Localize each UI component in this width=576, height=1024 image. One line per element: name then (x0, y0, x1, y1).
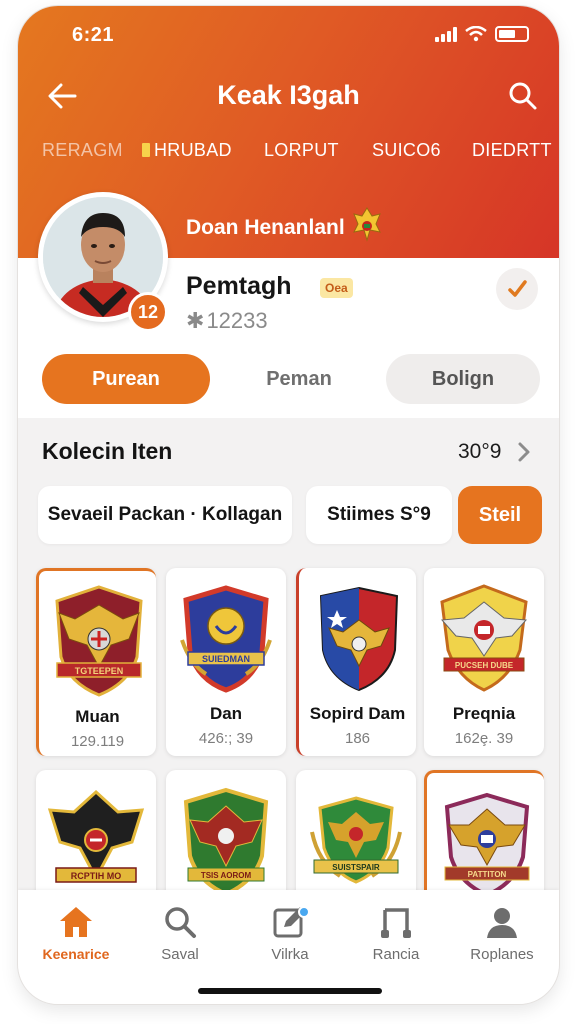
green-shield-crest-icon: TSIS AOROM (183, 787, 269, 897)
collection-card[interactable]: Sopird Dam 186 (296, 568, 416, 756)
battery-icon (495, 26, 529, 42)
card-value: 129.119 (70, 733, 125, 750)
tab-reragm[interactable]: RERAGM (42, 140, 123, 161)
profile-icon (487, 908, 517, 938)
svg-text:PATTITON: PATTITON (468, 870, 507, 879)
home-icon (60, 907, 92, 937)
tab-hrubad[interactable]: HRUBAD (142, 140, 232, 161)
card-value: 426:; 39 (198, 730, 254, 747)
tab-suico6[interactable]: SUICO6 (372, 140, 441, 161)
verify-button[interactable] (496, 268, 538, 310)
collection-card[interactable]: PUCSEH DUBE Preqnia 162ȩ. 39 (424, 568, 544, 756)
section-title: Kolecin Iten (42, 438, 173, 464)
phone-frame: 6:21 Keak I3gah RERAGM HRUBAD LORPUT SUI… (18, 6, 559, 1004)
profile-id-value: 12233 (206, 308, 268, 333)
collection-card[interactable]: TGTEEPEN Muan 129.119 (36, 568, 156, 756)
purple-crest-icon: PATTITON (444, 792, 530, 898)
profile-tag: Oea (320, 278, 353, 298)
nav-search-label: Saval (161, 946, 199, 963)
segment-control: Purean Peman Bolign (42, 354, 542, 404)
bottom-nav: Keenarice Saval Vilrka Rancia Roplanes (18, 890, 559, 1004)
card-name: Preqnia (452, 704, 516, 723)
home-indicator[interactable] (198, 988, 382, 994)
card-name: Sopird Dam (309, 704, 406, 723)
collection-card[interactable]: RCPTIH MO (36, 770, 156, 900)
tag-icon (142, 143, 150, 157)
tab-diedrtt[interactable]: DIEDRTT (472, 140, 552, 161)
nav-home[interactable]: Keenarice (28, 902, 124, 962)
svg-text:TGTEEPEN: TGTEEPEN (75, 666, 124, 676)
tab-lorput[interactable]: LORPUT (264, 140, 339, 161)
nav-edit[interactable]: Vilrka (242, 902, 338, 963)
nav-music-label: Rancia (372, 946, 420, 963)
svg-text:SUIEDMAN: SUIEDMAN (202, 654, 250, 664)
checkmark-icon (508, 280, 527, 297)
status-bar: 6:21 (18, 6, 559, 62)
banner-name: Doan Henanlanl (186, 216, 345, 239)
search-icon (509, 82, 537, 110)
svg-text:SUISTSPAIR: SUISTSPAIR (332, 863, 380, 872)
emblem-icon (353, 207, 381, 242)
nav-profile-label: Roplanes (470, 946, 534, 963)
nav-music[interactable]: Rancia (348, 902, 444, 963)
status-time: 6:21 (72, 24, 115, 46)
segment-peman[interactable]: Peman (232, 354, 366, 404)
notification-dot (298, 906, 310, 918)
search-icon (165, 907, 196, 938)
collection-card[interactable]: SUIEDMAN Dan 426:; 39 (166, 568, 286, 756)
segment-bolign[interactable]: Bolign (386, 354, 540, 404)
page-title: Keak I3gah (217, 80, 360, 110)
eagle-crest-icon: PUCSEH DUBE (440, 584, 528, 692)
chevron-right-icon[interactable] (512, 438, 536, 466)
filter-button[interactable]: Steil (458, 486, 542, 544)
profile-id: ✱12233 (186, 308, 268, 334)
nav-home-label: Keenarice (42, 946, 110, 962)
wifi-icon (465, 26, 487, 42)
shield-crest-icon: SUIEDMAN (180, 585, 272, 693)
flag-shield-icon (319, 586, 399, 692)
status-icons (435, 26, 529, 42)
signal-icon (435, 26, 457, 42)
svg-text:RCPTIH MO: RCPTIH MO (71, 871, 122, 881)
black-eagle-crest-icon: RCPTIH MO (47, 789, 145, 883)
section-count: 30°9 (458, 440, 502, 463)
svg-text:TSIS AOROM: TSIS AOROM (201, 871, 252, 880)
card-value: 186 (344, 730, 371, 747)
filter-chip-packs[interactable]: Sevaeil Packan · Kollagan (38, 486, 292, 544)
collection-card[interactable]: PATTITON (424, 770, 544, 900)
nav-search[interactable]: Saval (132, 902, 228, 963)
card-name: Dan (209, 704, 243, 723)
card-name: Muan (75, 707, 120, 726)
garuda-crest-icon: TGTEEPEN (55, 585, 143, 697)
music-icon (381, 908, 411, 938)
nav-profile[interactable]: Roplanes (454, 902, 550, 963)
category-tabs: RERAGM HRUBAD LORPUT SUICO6 DIEDRTT (18, 140, 559, 170)
collection-card[interactable]: TSIS AOROM (166, 770, 286, 900)
tab-hrubad-label: HRUBAD (154, 140, 232, 160)
laurel-crest-icon: SUISTSPAIR (310, 796, 402, 884)
nav-edit-label: Vilrka (271, 946, 309, 963)
search-button[interactable] (501, 74, 545, 118)
profile-name: Pemtagh (186, 272, 292, 300)
filter-chip-stiimes[interactable]: Stiimes S°9 (306, 486, 452, 544)
level-badge: 12 (128, 292, 168, 332)
segment-purean[interactable]: Purean (42, 354, 210, 404)
gear-icon: ✱ (186, 308, 205, 333)
collection-card[interactable]: SUISTSPAIR (296, 770, 416, 900)
svg-text:PUCSEH DUBE: PUCSEH DUBE (455, 661, 514, 670)
card-value: 162ȩ. 39 (454, 730, 514, 747)
top-nav: Keak I3gah (18, 68, 559, 124)
